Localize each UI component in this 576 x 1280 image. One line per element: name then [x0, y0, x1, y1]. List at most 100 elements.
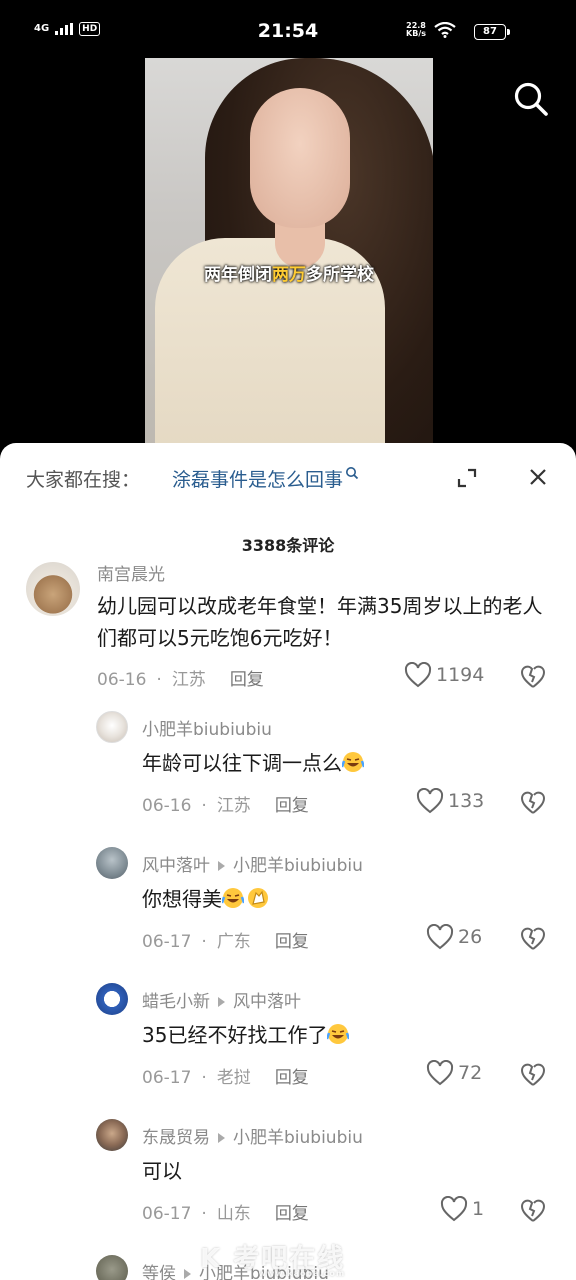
reply-button[interactable]: 回复	[275, 1068, 309, 1088]
comment-count: 3388条评论	[241, 536, 335, 555]
reply-arrow-icon	[218, 860, 225, 871]
comment-meta: 06-16 · 江苏 回复	[97, 665, 264, 690]
separator-dot: ·	[156, 670, 162, 690]
video-caption: 两年倒闭两万多所学校	[145, 260, 433, 285]
heart-icon	[426, 924, 454, 950]
reply-button[interactable]: 回复	[275, 932, 309, 952]
avatar[interactable]	[96, 983, 128, 1015]
trending-search-label: 大家都在搜：	[26, 469, 141, 491]
clap-emoji	[248, 888, 268, 908]
comment-username[interactable]: 东晟贸易 小肥羊biubiubiu	[142, 1123, 363, 1148]
avatar[interactable]	[96, 711, 128, 743]
reply-arrow-icon	[218, 996, 225, 1007]
video-subject-face	[250, 88, 350, 228]
comment-username[interactable]: 南宫晨光	[97, 560, 165, 585]
comment-text: 年龄可以往下调一点么	[142, 747, 364, 779]
status-right: 22.8 KB/s	[406, 22, 456, 38]
comment-meta: 06-17 · 老挝 回复	[142, 1063, 309, 1088]
reply-to-user[interactable]: 风中落叶	[233, 992, 301, 1012]
wifi-icon	[434, 22, 456, 38]
laugh-cry-emoji	[342, 752, 364, 772]
reply-button[interactable]: 回复	[230, 670, 264, 690]
broken-heart-icon[interactable]	[520, 664, 546, 690]
comment-date: 06-16	[142, 796, 192, 816]
broken-heart-icon[interactable]	[520, 1062, 546, 1088]
avatar[interactable]	[96, 1119, 128, 1151]
comment-text: 35已经不好找工作了	[142, 1019, 350, 1051]
comment-date: 06-17	[142, 1068, 192, 1088]
broken-heart-icon[interactable]	[520, 1198, 546, 1224]
sheet-header: 大家都在搜： 涂磊事件是怎么回事	[0, 443, 576, 511]
like-button[interactable]: 133	[416, 788, 484, 814]
like-count: 1	[472, 1198, 485, 1220]
username-text: 蜡毛小新	[142, 992, 210, 1012]
laugh-cry-emoji	[222, 888, 244, 908]
caption-part: 多	[306, 265, 323, 285]
comment-date: 06-17	[142, 932, 192, 952]
comment-username[interactable]: 蜡毛小新 风中落叶	[142, 987, 301, 1012]
reply-arrow-icon	[184, 1268, 191, 1279]
laugh-cry-emoji	[327, 1024, 350, 1044]
comment-meta: 06-17 · 广东 回复	[142, 927, 309, 952]
broken-heart-icon[interactable]	[520, 790, 546, 816]
like-count: 1194	[436, 664, 485, 686]
comment-text-content: 年龄可以往下调一点么	[142, 751, 342, 775]
status-bar: 4G HD 21:54 22.8 KB/s 87	[0, 0, 576, 58]
video-player[interactable]: 两年倒闭两万多所学校	[0, 58, 576, 450]
video-frame: 两年倒闭两万多所学校	[145, 58, 433, 450]
like-button[interactable]: 1	[440, 1196, 484, 1222]
battery-icon: 87	[474, 24, 510, 40]
comment-region: 山东	[216, 1204, 251, 1224]
search-icon[interactable]	[512, 80, 550, 118]
broken-heart-icon[interactable]	[520, 926, 546, 952]
comment-text: 你想得美	[142, 883, 269, 915]
close-icon[interactable]	[527, 466, 549, 488]
like-button[interactable]: 26	[426, 924, 482, 950]
watermark: K 考吧在线 www.kaoba.com	[200, 1238, 345, 1278]
separator-dot: ·	[201, 932, 207, 952]
comment-meta: 06-17 · 山东 回复	[142, 1199, 309, 1224]
reply-to-user[interactable]: 小肥羊biubiubiu	[233, 856, 363, 876]
like-count: 72	[458, 1062, 483, 1084]
expand-icon[interactable]	[456, 467, 478, 489]
avatar[interactable]	[96, 1255, 128, 1280]
trending-search-query: 涂磊事件是怎么回事	[172, 469, 344, 491]
username-text: 等侯	[142, 1264, 176, 1280]
separator-dot: ·	[201, 1068, 207, 1088]
reply-button[interactable]: 回复	[275, 796, 309, 816]
avatar[interactable]	[96, 847, 128, 879]
comment-date: 06-17	[142, 1204, 192, 1224]
comment-username[interactable]: 小肥羊biubiubiu	[142, 715, 272, 740]
like-button[interactable]: 72	[426, 1060, 482, 1086]
comment-text-content: 35已经不好找工作了	[142, 1023, 328, 1047]
reply-to-user[interactable]: 小肥羊biubiubiu	[233, 1128, 363, 1148]
avatar[interactable]	[26, 562, 80, 616]
username-text: 东晟贸易	[142, 1128, 210, 1148]
comment-region: 江苏	[216, 796, 251, 816]
reply-button[interactable]: 回复	[275, 1204, 309, 1224]
username-text: 风中落叶	[142, 856, 210, 876]
caption-highlight: 两万	[272, 265, 306, 285]
heart-icon	[426, 1060, 454, 1086]
magnifier-icon	[346, 467, 359, 480]
network-speed: 22.8 KB/s	[406, 22, 426, 38]
comment-region: 江苏	[171, 670, 206, 690]
comment-meta: 06-16 · 江苏 回复	[142, 791, 309, 816]
caption-part: 两年倒闭	[204, 265, 272, 285]
caption-part: 所学校	[323, 265, 374, 285]
reply-arrow-icon	[218, 1132, 225, 1143]
comment-text-content: 你想得美	[142, 887, 222, 911]
like-count: 26	[458, 926, 483, 948]
comment-username[interactable]: 风中落叶 小肥羊biubiubiu	[142, 851, 363, 876]
comment-text: 幼儿园可以改成老年食堂！年满35周岁以上的老人们都可以5元吃饱6元吃好！	[97, 594, 543, 650]
comment-sheet: 大家都在搜： 涂磊事件是怎么回事 3388条评论 南宫晨光 幼儿园可以改成老年食…	[0, 443, 576, 1280]
heart-icon	[404, 662, 432, 688]
battery-indicator: 87	[474, 24, 510, 40]
separator-dot: ·	[201, 796, 207, 816]
like-button[interactable]: 1194	[404, 662, 484, 688]
comment-region: 广东	[216, 932, 251, 952]
trending-search-link[interactable]: 涂磊事件是怎么回事	[172, 465, 359, 492]
separator-dot: ·	[201, 1204, 207, 1224]
comment-text: 可以	[142, 1159, 182, 1183]
comment-date: 06-16	[97, 670, 147, 690]
